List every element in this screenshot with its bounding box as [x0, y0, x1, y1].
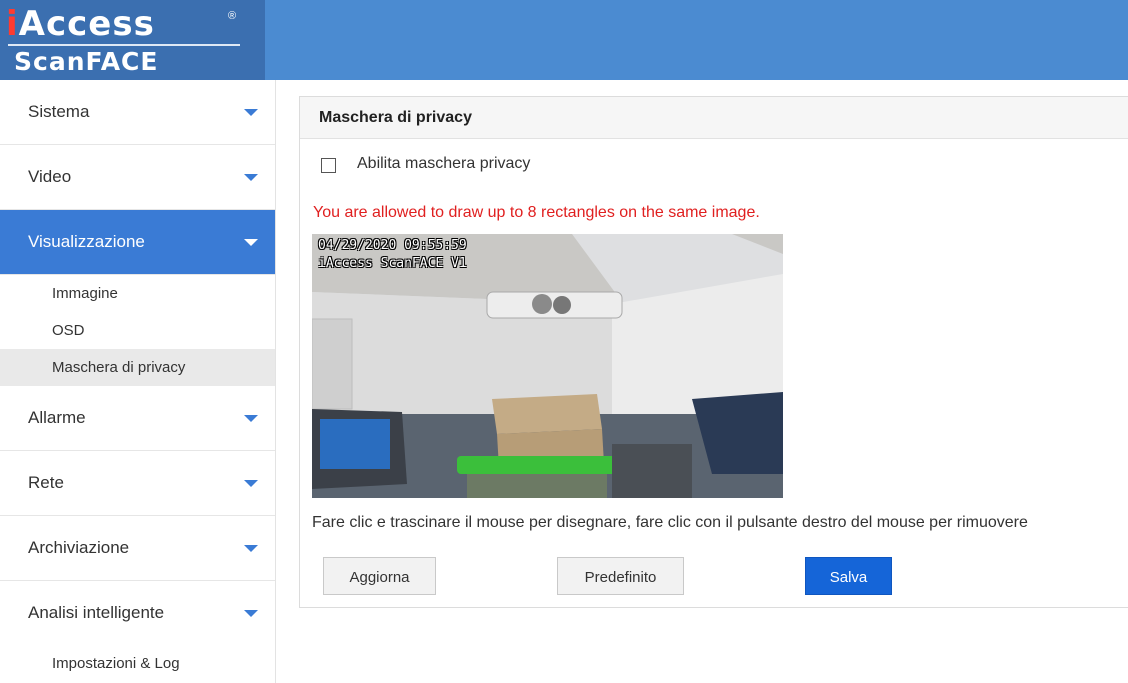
refresh-button[interactable]: Aggiorna — [323, 557, 436, 595]
top-header-bar: iAccess ® ScanFACE — [0, 0, 1128, 80]
camera-preview-image — [312, 234, 783, 498]
sidebar-subitem-label: Maschera di privacy — [52, 359, 186, 376]
panel-header: Maschera di privacy — [300, 97, 1128, 139]
sidebar-subitem-label: OSD — [52, 322, 85, 339]
brand-logo: iAccess ® ScanFACE — [0, 0, 265, 80]
sidebar-subitem-label: Immagine — [52, 285, 118, 302]
sidebar-item-label: Visualizzazione — [28, 232, 145, 251]
chevron-down-icon — [244, 545, 258, 552]
chevron-down-icon — [244, 109, 258, 116]
logo-wordmark: iAccess — [6, 4, 155, 44]
osd-timestamp: 04/29/2020 09:55:59 — [318, 238, 467, 253]
logo-product-name: ScanFACE — [14, 47, 159, 76]
panel-title: Maschera di privacy — [319, 109, 472, 126]
sidebar-item-rete[interactable]: Rete — [0, 451, 275, 516]
draw-instructions: Fare clic e trascinare il mouse per dise… — [312, 514, 1028, 531]
sidebar-item-label: Sistema — [28, 102, 90, 121]
sidebar-item-label: Video — [28, 167, 72, 186]
rectangle-limit-warning: You are allowed to draw up to 8 rectangl… — [313, 204, 760, 221]
osd-device-name: iAccess ScanFACE V1 — [318, 256, 467, 271]
logo-divider — [8, 44, 240, 46]
chevron-down-icon — [244, 610, 258, 617]
sidebar-item-label: Rete — [28, 473, 64, 492]
sidebar-item-allarme[interactable]: Allarme — [0, 386, 275, 451]
chevron-down-icon — [244, 415, 258, 422]
sidebar-item-analisi-intelligente[interactable]: Analisi intelligente — [0, 581, 275, 645]
chevron-down-icon — [244, 239, 258, 246]
sidebar-subitem-immagine[interactable]: Immagine — [0, 275, 275, 312]
sidebar-item-visualizzazione[interactable]: Visualizzazione — [0, 210, 275, 275]
save-button[interactable]: Salva — [805, 557, 892, 595]
sidebar-item-label: Archiviazione — [28, 538, 130, 557]
registered-mark: ® — [228, 10, 237, 22]
camera-preview-canvas[interactable]: 04/29/2020 09:55:59 iAccess ScanFACE V1 — [312, 234, 783, 498]
sidebar-subitem-osd[interactable]: OSD — [0, 312, 275, 349]
sidebar-item-archiviazione[interactable]: Archiviazione — [0, 516, 275, 581]
privacy-mask-panel: Maschera di privacy Abilita maschera pri… — [299, 96, 1128, 608]
chevron-down-icon — [244, 480, 258, 487]
default-button[interactable]: Predefinito — [557, 557, 684, 595]
sidebar-item-video[interactable]: Video — [0, 145, 275, 210]
sidebar-subitem-impostazioni-log[interactable]: Impostazioni & Log — [0, 645, 275, 682]
sidebar-item-label: Analisi intelligente — [28, 603, 165, 622]
sidebar-subitem-label: Impostazioni & Log — [52, 655, 180, 672]
sidebar-subitem-maschera-privacy[interactable]: Maschera di privacy — [0, 349, 275, 386]
enable-privacy-mask-label[interactable]: Abilita maschera privacy — [357, 155, 530, 173]
sidebar-nav: Sistema Video Visualizzazione Immagine O… — [0, 80, 276, 683]
chevron-down-icon — [244, 174, 258, 181]
enable-privacy-mask-checkbox[interactable] — [321, 158, 336, 173]
sidebar-item-sistema[interactable]: Sistema — [0, 80, 275, 145]
sidebar-item-label: Allarme — [28, 408, 86, 427]
